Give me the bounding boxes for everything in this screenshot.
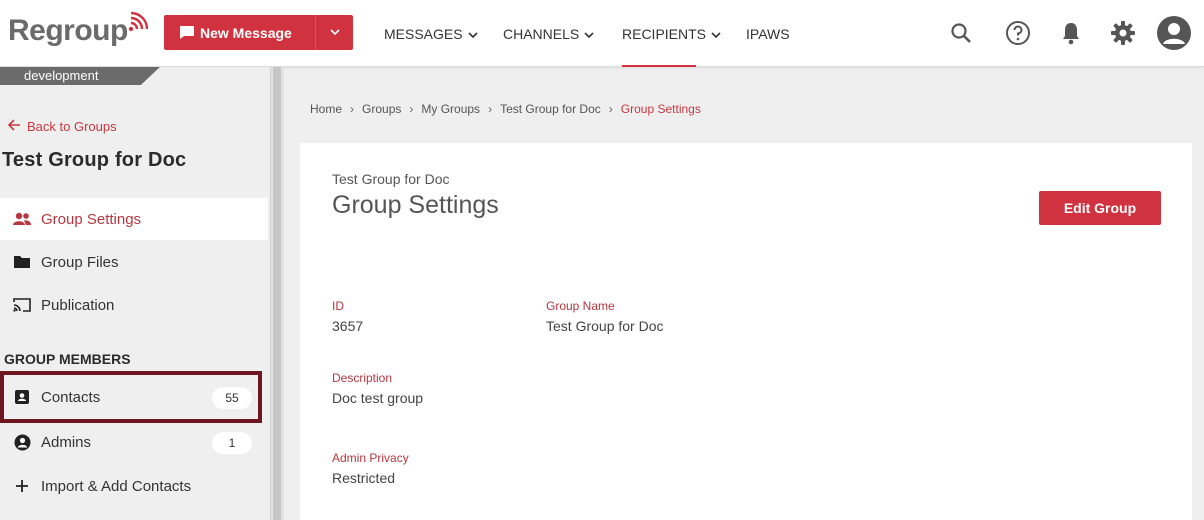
breadcrumb-current: Group Settings: [620, 102, 701, 116]
description-label: Description: [332, 371, 393, 385]
search-icon[interactable]: [946, 17, 976, 49]
new-message-button[interactable]: New Message: [164, 15, 353, 50]
message-icon: [178, 24, 195, 41]
admin-privacy-value: Restricted: [332, 470, 396, 486]
admins-count-badge: 1: [212, 432, 252, 454]
back-to-groups-link[interactable]: Back to Groups: [7, 119, 117, 134]
breadcrumb-home[interactable]: Home: [310, 102, 342, 116]
card-subtitle: Test Group for Doc: [332, 171, 450, 187]
contact-card-icon: [12, 387, 32, 407]
sidebar-item-import-add-contacts[interactable]: Import & Add Contacts: [0, 465, 268, 507]
contacts-count-badge: 55: [212, 387, 252, 409]
sidebar-item-label: Import & Add Contacts: [41, 477, 192, 495]
nav-label: RECIPIENTS: [622, 25, 707, 42]
edit-group-button[interactable]: Edit Group: [1039, 191, 1161, 225]
nav-channels[interactable]: CHANNELS: [503, 0, 594, 67]
sidebar-item-label: Group Settings: [41, 210, 142, 228]
sidebar-item-label: Publication: [41, 296, 115, 314]
nav-label: MESSAGES: [384, 25, 463, 42]
new-message-label: New Message: [200, 24, 292, 41]
people-icon: [12, 209, 32, 229]
chevron-right-icon: ›: [608, 102, 613, 116]
breadcrumb-group[interactable]: Test Group for Doc: [500, 102, 601, 116]
arrow-left-icon: [7, 119, 21, 134]
nav-messages[interactable]: MESSAGES: [384, 0, 478, 67]
button-divider: [315, 15, 316, 50]
logo-text: Regroup: [8, 14, 128, 47]
admin-privacy-label: Admin Privacy: [332, 451, 409, 465]
sidebar-item-label: Group Files: [41, 253, 119, 271]
id-value: 3657: [332, 318, 364, 334]
nav-recipients[interactable]: RECIPIENTS: [622, 0, 721, 67]
signal-waves-icon: [128, 11, 148, 32]
breadcrumb-groups[interactable]: Groups: [362, 102, 401, 116]
top-bar: Regroup New Message MESSAGES CHANNELS RE…: [0, 0, 1204, 67]
sidebar-item-admins[interactable]: Admins 1: [0, 421, 268, 463]
id-label: ID: [332, 299, 344, 313]
chevron-down-icon: [711, 26, 721, 42]
chevron-right-icon: ›: [409, 102, 414, 116]
sidebar-item-group-settings[interactable]: Group Settings: [0, 198, 268, 240]
group-members-heading: GROUP MEMBERS: [4, 351, 131, 367]
environment-badge: development: [0, 67, 160, 85]
sidebar: development Back to Groups Test Group fo…: [0, 67, 270, 520]
chevron-right-icon: ›: [350, 102, 355, 116]
sidebar-item-group-files[interactable]: Group Files: [0, 241, 268, 283]
breadcrumb-my-groups[interactable]: My Groups: [421, 102, 480, 116]
chevron-down-icon[interactable]: [329, 25, 341, 43]
group-title: Test Group for Doc: [2, 149, 187, 171]
help-icon[interactable]: [1003, 17, 1033, 49]
group-name-label: Group Name: [546, 299, 615, 313]
sidebar-item-publication[interactable]: Publication: [0, 284, 268, 326]
page-title: Group Settings: [332, 191, 499, 219]
user-circle-icon: [12, 432, 32, 452]
folder-icon: [12, 252, 32, 272]
bell-icon[interactable]: [1056, 17, 1086, 49]
user-avatar-icon[interactable]: [1156, 16, 1192, 50]
chevron-down-icon: [584, 26, 594, 42]
regroup-logo[interactable]: Regroup: [8, 11, 148, 48]
chevron-right-icon: ›: [488, 102, 493, 116]
plus-icon: [12, 476, 32, 496]
nav-label: CHANNELS: [503, 25, 580, 42]
description-value: Doc test group: [332, 390, 424, 406]
nav-label: IPAWS: [746, 25, 790, 42]
scrollbar-thumb[interactable]: [273, 67, 281, 520]
sidebar-scrollbar[interactable]: [270, 67, 284, 520]
cast-icon: [12, 295, 32, 315]
breadcrumb: Home › Groups › My Groups › Test Group f…: [310, 102, 701, 116]
sidebar-item-label: Contacts: [41, 388, 101, 406]
gear-icon[interactable]: [1108, 17, 1138, 49]
sidebar-item-contacts[interactable]: Contacts 55: [0, 376, 268, 418]
chevron-down-icon: [468, 26, 478, 42]
back-label: Back to Groups: [27, 119, 117, 134]
sidebar-item-label: Admins: [41, 433, 92, 451]
group-name-value: Test Group for Doc: [546, 318, 664, 334]
nav-ipaws[interactable]: IPAWS: [746, 0, 790, 67]
group-settings-card: Test Group for Doc Group Settings Edit G…: [300, 143, 1192, 520]
